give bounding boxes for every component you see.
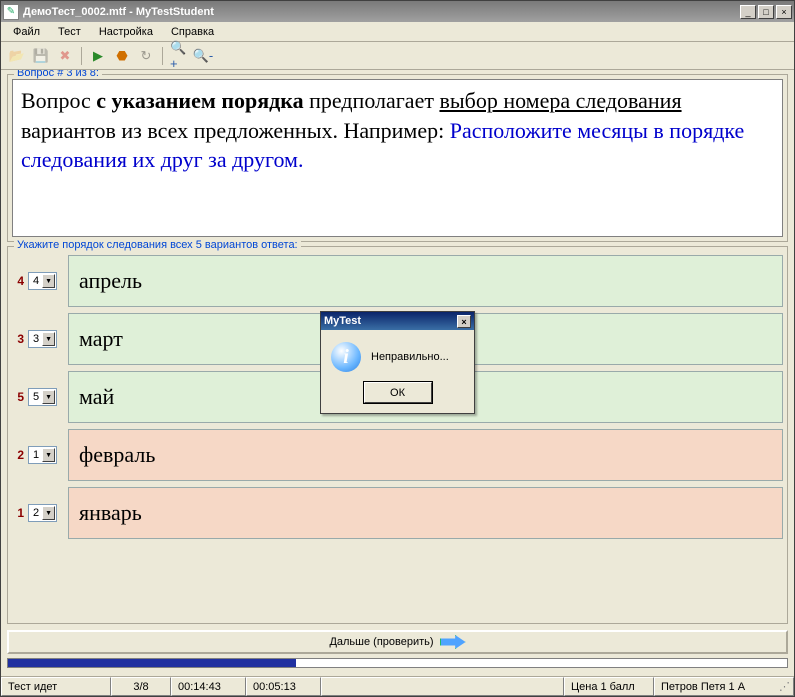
status-state: Тест идет xyxy=(1,677,111,696)
answer-row: 12▼январь xyxy=(12,487,783,539)
status-time-elapsed: 00:05:13 xyxy=(246,677,321,696)
answer-card[interactable]: апрель xyxy=(68,255,783,307)
q-text-bold: с указанием порядка xyxy=(96,88,303,113)
zoom-out-icon[interactable]: 🔍- xyxy=(193,46,213,66)
zoom-in-icon[interactable]: 🔍+ xyxy=(169,46,189,66)
question-panel: Вопрос # 3 из 8: Вопрос с указанием поря… xyxy=(7,74,788,242)
maximize-button[interactable]: □ xyxy=(758,5,774,19)
menu-file[interactable]: Файл xyxy=(5,24,48,40)
q-text: вариантов из всех предложенных. Например… xyxy=(21,118,444,143)
chevron-down-icon: ▼ xyxy=(42,274,55,288)
next-label: Дальше (проверить) xyxy=(329,636,433,648)
question-text: Вопрос с указанием порядка предполагает … xyxy=(12,79,783,237)
menu-help[interactable]: Справка xyxy=(163,24,222,40)
minimize-button[interactable]: _ xyxy=(740,5,756,19)
play-icon[interactable]: ▶ xyxy=(88,46,108,66)
menubar: Файл Тест Настройка Справка xyxy=(1,22,794,42)
chevron-down-icon: ▼ xyxy=(42,390,55,404)
dialog-title: MyTest xyxy=(324,315,457,327)
status-price: Цена 1 балл xyxy=(564,677,654,696)
chevron-down-icon: ▼ xyxy=(42,506,55,520)
q-text-underline: выбор номера следования xyxy=(439,88,681,113)
statusbar: Тест идет 3/8 00:14:43 00:05:13 Цена 1 б… xyxy=(1,676,794,696)
answers-header: Укажите порядок следования всех 5 вариан… xyxy=(14,239,301,251)
info-icon: i xyxy=(331,342,361,372)
result-dialog: MyTest × i Неправильно... ОК xyxy=(320,311,475,414)
chevron-down-icon: ▼ xyxy=(42,332,55,346)
status-spacer xyxy=(321,677,564,696)
progress-fill xyxy=(8,659,296,667)
q-text: предполагает xyxy=(304,88,440,113)
open-icon[interactable]: 📂 xyxy=(7,46,27,66)
dialog-close-button[interactable]: × xyxy=(457,315,471,328)
answers-panel: Укажите порядок следования всех 5 вариан… xyxy=(7,246,788,624)
next-button[interactable]: Дальше (проверить) xyxy=(7,630,788,654)
menu-test[interactable]: Тест xyxy=(50,24,89,40)
dropdown-value: 4 xyxy=(33,275,39,287)
dropdown-value: 2 xyxy=(33,507,39,519)
order-dropdown[interactable]: 3▼ xyxy=(28,330,57,348)
order-dropdown[interactable]: 1▼ xyxy=(28,446,57,464)
refresh-icon[interactable]: ↻ xyxy=(136,46,156,66)
close-button[interactable]: × xyxy=(776,5,792,19)
arrow-right-icon xyxy=(440,635,466,649)
main-window: ✎ ДемоТест_0002.mtf - MyTestStudent _ □ … xyxy=(0,0,795,697)
order-dropdown[interactable]: 2▼ xyxy=(28,504,57,522)
chevron-down-icon: ▼ xyxy=(42,448,55,462)
stop-icon[interactable]: ⬣ xyxy=(112,46,132,66)
dialog-message: Неправильно... xyxy=(371,351,449,363)
q-text: Вопрос xyxy=(21,88,96,113)
answer-number: 2 xyxy=(14,448,24,462)
answer-number: 1 xyxy=(14,506,24,520)
save-icon[interactable]: 💾 xyxy=(31,46,51,66)
menu-settings[interactable]: Настройка xyxy=(91,24,161,40)
status-user: Петров Петя 1 А⋰ xyxy=(654,677,794,696)
dropdown-value: 1 xyxy=(33,449,39,461)
order-dropdown[interactable]: 5▼ xyxy=(28,388,57,406)
answer-row: 21▼февраль xyxy=(12,429,783,481)
window-title: ДемоТест_0002.mtf - MyTestStudent xyxy=(23,6,740,18)
dropdown-value: 3 xyxy=(33,333,39,345)
progress-bar xyxy=(7,658,788,668)
dialog-titlebar: MyTest × xyxy=(321,312,474,330)
dialog-ok-button[interactable]: ОК xyxy=(364,382,432,403)
answer-card[interactable]: январь xyxy=(68,487,783,539)
titlebar: ✎ ДемоТест_0002.mtf - MyTestStudent _ □ … xyxy=(1,1,794,22)
answer-number: 5 xyxy=(14,390,24,404)
answer-card[interactable]: февраль xyxy=(68,429,783,481)
status-time-total: 00:14:43 xyxy=(171,677,246,696)
resize-grip-icon[interactable]: ⋰ xyxy=(779,680,787,693)
status-progress: 3/8 xyxy=(111,677,171,696)
answer-number: 4 xyxy=(14,274,24,288)
question-counter: Вопрос # 3 из 8: xyxy=(14,70,102,79)
answer-row: 44▼апрель xyxy=(12,255,783,307)
app-icon: ✎ xyxy=(3,4,19,20)
delete-icon[interactable]: ✖ xyxy=(55,46,75,66)
toolbar: 📂 💾 ✖ ▶ ⬣ ↻ 🔍+ 🔍- xyxy=(1,42,794,70)
answer-number: 3 xyxy=(14,332,24,346)
dropdown-value: 5 xyxy=(33,391,39,403)
order-dropdown[interactable]: 4▼ xyxy=(28,272,57,290)
